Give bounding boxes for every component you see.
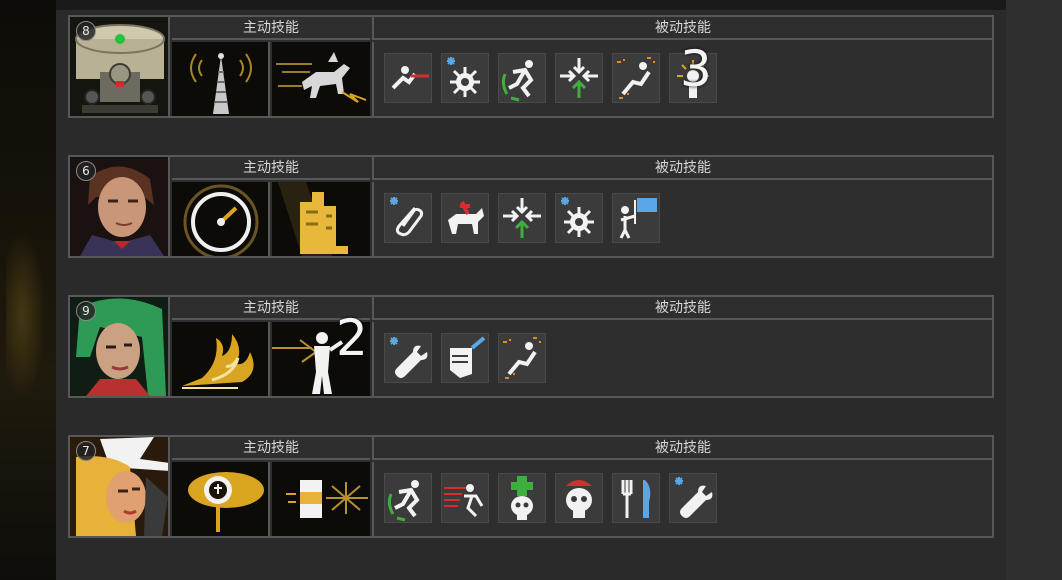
charging-horse-icon[interactable] — [272, 42, 370, 116]
overlay-count-number: 3 — [680, 40, 712, 98]
capped-skull-icon[interactable] — [555, 473, 603, 523]
witch-hat-woman-icon[interactable]: 7 — [70, 437, 170, 536]
fork-knife-icon[interactable] — [612, 473, 660, 523]
converge-arrows-up-icon[interactable] — [555, 53, 603, 103]
passive-skills-header: 被动技能 — [372, 297, 992, 320]
flame-swirl-icon[interactable] — [172, 322, 270, 396]
sprint-sparks-icon[interactable] — [612, 53, 660, 103]
dash-runner-icon[interactable] — [441, 473, 489, 523]
passive-skills-header: 被动技能 — [372, 437, 992, 460]
paperclip-icon[interactable] — [384, 193, 432, 243]
medic-skull-icon[interactable] — [498, 473, 546, 523]
passive-skills-header: 被动技能 — [372, 157, 992, 180]
gear-burst-icon[interactable] — [441, 53, 489, 103]
level-badge: 7 — [76, 441, 96, 461]
panel-right-edge — [1006, 0, 1062, 580]
passive-skill-list: 3 — [372, 42, 992, 116]
active-skills-header: 主动技能 — [172, 437, 370, 460]
speedometer-icon[interactable] — [172, 182, 270, 256]
passive-skill-list — [372, 182, 992, 256]
dodge-run-icon[interactable] — [498, 53, 546, 103]
character-row: 6 主动技能 被动技能 — [68, 155, 994, 258]
character-row: 8 主动技能 被动技能 3 — [68, 15, 994, 118]
fist-punch-icon[interactable] — [441, 333, 489, 383]
passive-skill-list — [372, 462, 992, 536]
glowing-canister-icon[interactable] — [272, 462, 370, 536]
level-badge: 8 — [76, 21, 96, 41]
character-row: 7 主动技能 被动技能 — [68, 435, 994, 538]
passive-skill-list — [372, 322, 992, 396]
active-skills-header: 主动技能 — [172, 157, 370, 180]
golden-building-icon[interactable] — [272, 182, 370, 256]
man-in-suit-icon[interactable]: 6 — [70, 157, 170, 256]
level-badge: 6 — [76, 161, 96, 181]
target-sign-icon[interactable] — [172, 462, 270, 536]
top-bar — [56, 0, 1062, 10]
background-glow — [6, 230, 46, 400]
level-badge: 9 — [76, 301, 96, 321]
radio-tower-icon[interactable] — [172, 42, 270, 116]
lunge-strike-icon[interactable] — [384, 53, 432, 103]
overlay-count-number: 2 — [336, 309, 368, 367]
sprint-sparks-icon[interactable] — [498, 333, 546, 383]
wrench-icon[interactable] — [384, 333, 432, 383]
gear-burst-icon[interactable] — [555, 193, 603, 243]
character-row: 9 主动技能 被动技能 2 — [68, 295, 994, 398]
active-skills-header: 主动技能 — [172, 17, 370, 40]
dodge-run-icon[interactable] — [384, 473, 432, 523]
background-left-strip — [0, 0, 56, 580]
wrench-icon[interactable] — [669, 473, 717, 523]
green-haired-woman-icon[interactable]: 9 — [70, 297, 170, 396]
horse-rider-icon[interactable] — [441, 193, 489, 243]
armored-mech-pilot-icon[interactable]: 8 — [70, 17, 170, 116]
converge-arrows-up-icon[interactable] — [498, 193, 546, 243]
passive-skills-header: 被动技能 — [372, 17, 992, 40]
flag-bearer-icon[interactable] — [612, 193, 660, 243]
